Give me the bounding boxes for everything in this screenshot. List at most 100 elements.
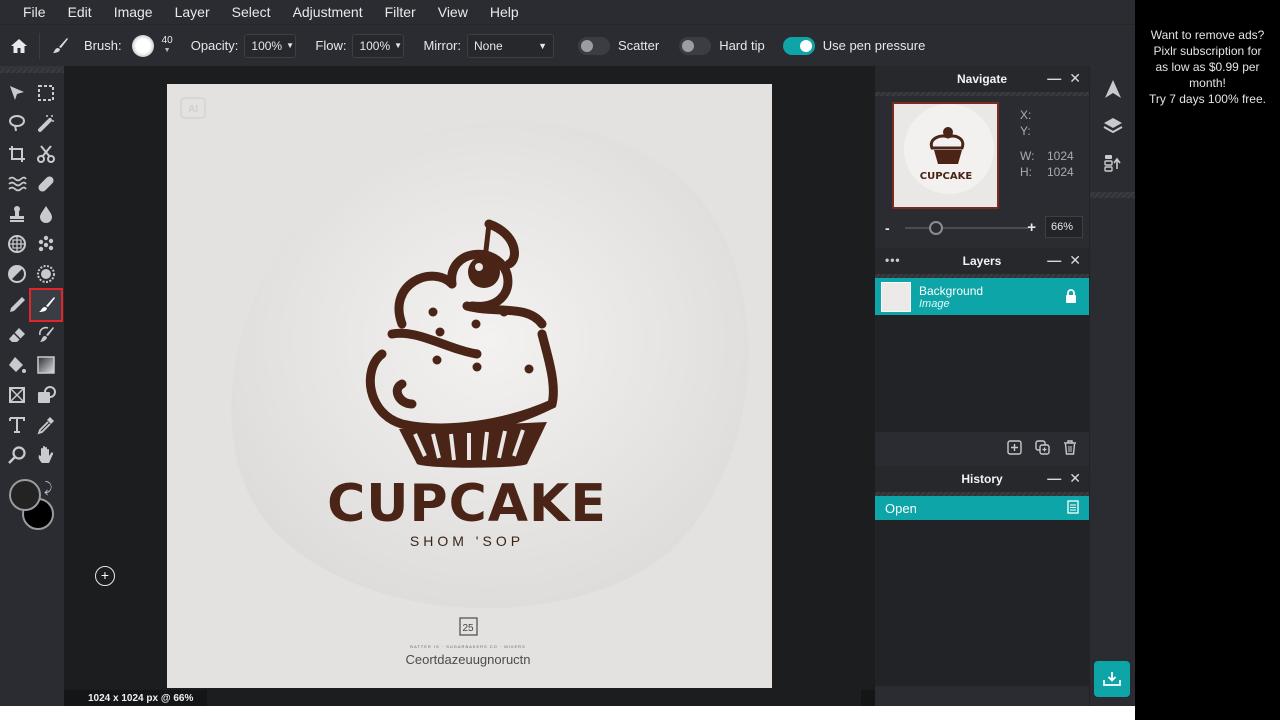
paint-bucket-icon xyxy=(9,357,26,373)
zoom-input[interactable]: 66% xyxy=(1045,216,1083,238)
dodge-burn-tool[interactable] xyxy=(2,259,32,289)
menu-layer[interactable]: Layer xyxy=(175,4,210,20)
pixelate-tool[interactable] xyxy=(31,229,61,259)
zoom-value: 66% xyxy=(1051,221,1074,233)
fill-tool[interactable] xyxy=(2,350,32,380)
menu-filter[interactable]: Filter xyxy=(385,4,416,20)
ad-panel[interactable]: Want to remove ads? Pixlr subscription f… xyxy=(1135,0,1280,720)
canvas-workspace[interactable]: + AI CUPCAKE SHOM 'SOP 25 BATTER IS · SU… xyxy=(64,66,875,720)
ad-line: Want to remove ads? xyxy=(1150,28,1265,42)
gradient-tool[interactable] xyxy=(31,350,61,380)
foreground-color-swatch[interactable] xyxy=(9,479,41,511)
smudge-brush-tool[interactable] xyxy=(31,320,61,350)
menu-select[interactable]: Select xyxy=(232,4,271,20)
close-icon[interactable]: ✕ xyxy=(1069,470,1081,487)
toggle-knob xyxy=(581,39,593,52)
color-replace-tool[interactable] xyxy=(31,259,61,289)
cursor-arrow-icon xyxy=(10,86,24,100)
canvas-image[interactable]: AI CUPCAKE SHOM 'SOP 25 BATTER IS · SUGA… xyxy=(167,84,772,688)
sponge-icon xyxy=(8,235,26,253)
document-icon xyxy=(1067,499,1079,517)
zoom-in-button[interactable]: + xyxy=(1027,219,1036,236)
minimize-icon[interactable]: — xyxy=(1047,470,1061,487)
zoom-out-button[interactable]: - xyxy=(885,220,890,236)
clone-stamp-tool[interactable] xyxy=(2,199,32,229)
color-picker-tool[interactable] xyxy=(31,410,61,440)
hard-tip-toggle[interactable] xyxy=(679,36,712,55)
delete-layer-icon[interactable] xyxy=(1061,438,1079,456)
heal-tool[interactable] xyxy=(31,169,61,199)
liquify-tool[interactable] xyxy=(2,169,32,199)
layers-panel-icon[interactable] xyxy=(1102,114,1124,136)
zoom-tool[interactable] xyxy=(2,440,32,470)
close-icon[interactable]: ✕ xyxy=(1069,70,1081,87)
arrange-tool[interactable] xyxy=(2,78,32,108)
lasso-select-tool[interactable] xyxy=(2,108,32,138)
more-options-icon[interactable]: ••• xyxy=(885,253,901,267)
scatter-label: Scatter xyxy=(618,38,660,53)
artwork-footer-text: Ceortdazeuugnoructn xyxy=(405,652,530,667)
lock-icon[interactable] xyxy=(1065,289,1077,308)
frame-icon xyxy=(9,387,25,403)
magic-wand-icon xyxy=(38,115,54,132)
opacity-value: 100% xyxy=(251,38,283,53)
paintbrush-icon xyxy=(39,297,55,312)
toggle-knob xyxy=(799,39,812,52)
workspace-strip xyxy=(861,690,875,706)
height-value: 1024 xyxy=(1047,165,1074,179)
menu-adjustment[interactable]: Adjustment xyxy=(293,4,363,20)
status-bar: 1024 x 1024 px @ 66% xyxy=(64,690,207,706)
menu-image[interactable]: Image xyxy=(114,4,153,20)
scatter-toggle[interactable] xyxy=(578,36,610,55)
brush-size-value: 40 xyxy=(161,34,173,46)
cutout-tool[interactable] xyxy=(31,139,61,169)
menu-file[interactable]: File xyxy=(23,4,46,20)
shape-tool[interactable] xyxy=(31,380,61,410)
history-panel-icon[interactable] xyxy=(1102,152,1124,174)
marquee-select-tool[interactable] xyxy=(31,78,61,108)
opacity-dropdown[interactable]: 100% ▼ xyxy=(244,33,297,58)
home-icon[interactable] xyxy=(9,36,29,56)
frame-tool[interactable] xyxy=(2,380,32,410)
eraser-tool[interactable] xyxy=(2,320,32,350)
droplet-icon xyxy=(40,206,52,223)
menu-help[interactable]: Help xyxy=(490,4,519,20)
blur-tool[interactable] xyxy=(31,199,61,229)
swap-colors-icon[interactable]: ⤸ xyxy=(44,479,52,496)
zoom-controls: - + 66% xyxy=(875,214,1089,242)
navigator-thumbnail[interactable]: CUPCAKE xyxy=(892,102,999,209)
scissors-icon xyxy=(37,145,55,163)
hand-icon xyxy=(38,446,54,463)
zoom-slider-track[interactable] xyxy=(905,227,1029,229)
brush-size-control[interactable]: 40 ▼ xyxy=(161,34,173,56)
pen-pressure-label: Use pen pressure xyxy=(822,38,926,53)
layer-type: Image xyxy=(919,297,950,310)
history-title: History xyxy=(961,472,1003,486)
menu-edit[interactable]: Edit xyxy=(68,4,92,20)
hand-tool[interactable] xyxy=(31,440,61,470)
magic-wand-tool[interactable] xyxy=(31,108,61,138)
text-tool[interactable] xyxy=(2,410,32,440)
pen-pressure-toggle[interactable] xyxy=(782,36,815,55)
export-button[interactable] xyxy=(1094,661,1130,697)
minimize-icon[interactable]: — xyxy=(1047,70,1061,87)
pencil-tool[interactable] xyxy=(2,290,32,320)
brush-preview[interactable] xyxy=(131,34,154,57)
sponge-tool[interactable] xyxy=(2,229,32,259)
zoom-slider-handle[interactable] xyxy=(929,221,943,235)
layer-item[interactable]: Background Image xyxy=(875,278,1089,315)
history-item[interactable]: Open xyxy=(875,496,1089,520)
duplicate-layer-icon[interactable] xyxy=(1033,438,1051,456)
eraser-icon xyxy=(9,328,25,342)
navigate-panel-icon[interactable] xyxy=(1102,78,1124,100)
add-layer-icon[interactable] xyxy=(1005,438,1023,456)
minimize-icon[interactable]: — xyxy=(1047,252,1061,269)
close-icon[interactable]: ✕ xyxy=(1069,252,1081,269)
flow-value: 100% xyxy=(359,38,391,53)
menu-view[interactable]: View xyxy=(438,4,468,20)
brush-tool[interactable] xyxy=(29,288,63,322)
mirror-dropdown[interactable]: None ▼ xyxy=(467,33,554,58)
crop-tool[interactable] xyxy=(2,139,32,169)
flow-dropdown[interactable]: 100% ▼ xyxy=(352,33,405,58)
brush-cursor: + xyxy=(95,566,115,586)
